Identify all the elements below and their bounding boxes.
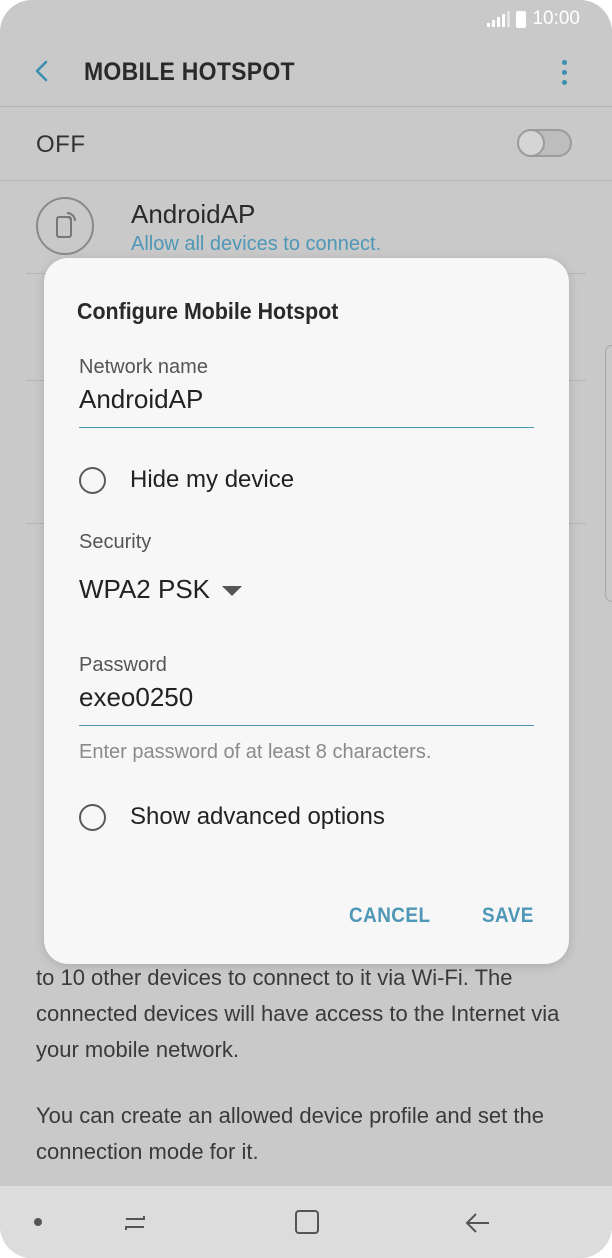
network-name-label: Network name xyxy=(79,356,208,378)
hotspot-device-icon xyxy=(36,197,94,255)
advanced-options-option[interactable]: Show advanced options xyxy=(79,803,385,831)
hide-device-label: Hide my device xyxy=(130,466,295,493)
hotspot-description: to 10 other devices to connect to it via… xyxy=(36,960,576,1200)
hotspot-switch-row[interactable]: OFF xyxy=(0,107,612,181)
network-name-value: AndroidAP xyxy=(79,384,204,414)
edge-panel-handle[interactable] xyxy=(605,345,612,602)
security-dropdown[interactable]: WPA2 PSK xyxy=(79,574,243,605)
hide-device-option[interactable]: Hide my device xyxy=(79,466,294,494)
advanced-options-radio[interactable] xyxy=(79,803,106,831)
nav-dot-icon[interactable] xyxy=(34,1218,42,1226)
app-bar: MOBILE HOTSPOT xyxy=(0,38,612,107)
home-icon[interactable] xyxy=(293,1208,321,1236)
cancel-button[interactable]: CANCEL xyxy=(349,904,430,928)
password-hint: Enter password of at least 8 characters. xyxy=(79,741,432,763)
switch-state-label: OFF xyxy=(36,131,86,158)
password-value: exeo0250 xyxy=(79,682,194,712)
more-options-icon[interactable] xyxy=(562,60,568,85)
battery-icon xyxy=(516,10,527,28)
advanced-options-label: Show advanced options xyxy=(130,803,385,830)
network-subtitle: Allow all devices to connect. xyxy=(131,233,382,255)
signal-icon xyxy=(487,11,511,27)
network-name-field[interactable]: AndroidAP xyxy=(79,384,534,428)
configure-hotspot-dialog: Configure Mobile Hotspot Network name An… xyxy=(44,258,569,964)
description-paragraph: to 10 other devices to connect to it via… xyxy=(36,965,560,1062)
phone-screen: 10:00 MOBILE HOTSPOT OFF AndroidAP Allow… xyxy=(0,0,612,1258)
back-arrow-icon[interactable] xyxy=(30,56,56,86)
description-paragraph: You can create an allowed device profile… xyxy=(36,1103,544,1164)
hide-device-radio[interactable] xyxy=(79,466,106,494)
password-label: Password xyxy=(79,654,167,676)
recent-apps-icon[interactable] xyxy=(120,1208,150,1238)
nav-back-icon[interactable] xyxy=(462,1208,492,1238)
password-field[interactable]: exeo0250 xyxy=(79,682,534,726)
dialog-title: Configure Mobile Hotspot xyxy=(77,298,339,324)
page-title: MOBILE HOTSPOT xyxy=(84,58,295,86)
security-value: WPA2 PSK xyxy=(79,574,211,604)
status-icons: 10:00 xyxy=(487,8,580,30)
status-time: 10:00 xyxy=(532,8,580,29)
status-bar: 10:00 xyxy=(0,0,612,38)
save-button[interactable]: SAVE xyxy=(482,904,534,928)
toggle-knob xyxy=(517,129,545,157)
security-label: Security xyxy=(79,531,152,553)
hotspot-toggle[interactable] xyxy=(517,129,572,157)
navigation-bar xyxy=(0,1186,612,1258)
dropdown-caret-icon xyxy=(222,585,243,596)
network-name: AndroidAP xyxy=(131,199,256,229)
